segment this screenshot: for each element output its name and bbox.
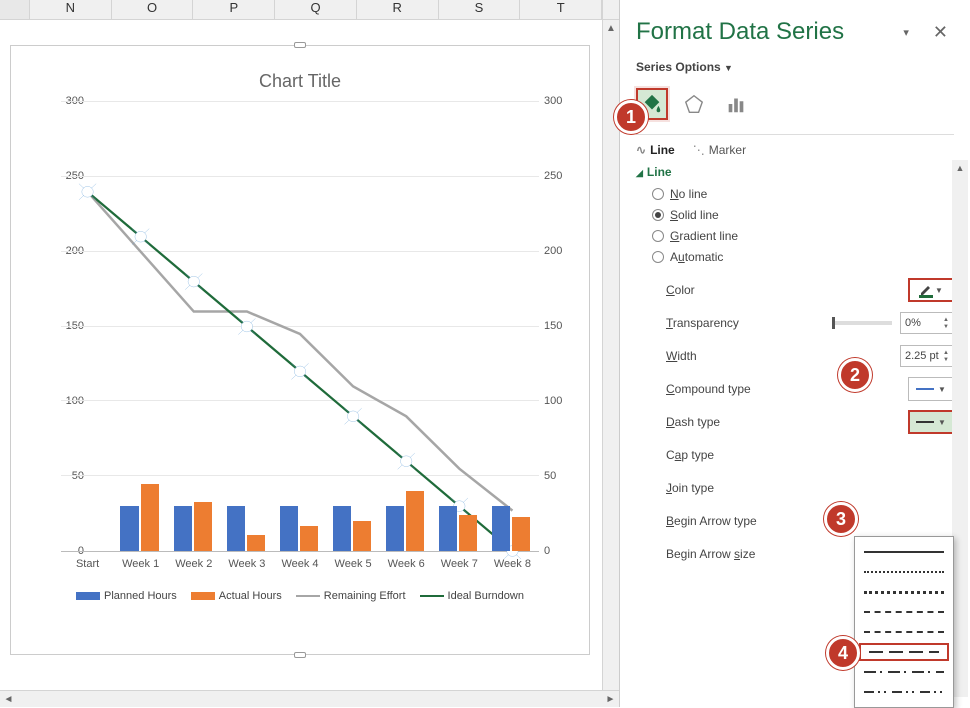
col-header[interactable]: S [439,0,521,19]
bar-chart-icon [725,93,747,115]
width-input[interactable]: 2.25 pt▲▼ [900,345,954,367]
dash-option-long-dash-dot[interactable] [859,663,949,681]
dash-type-dropdown[interactable]: ▼ [908,410,954,434]
series-options-dropdown[interactable]: Series Options ▼ [636,60,954,74]
row-header-gutter [0,0,30,19]
color-picker-button[interactable]: ▼ [908,278,954,302]
column-headers: N O P Q R S T [0,0,619,20]
col-header[interactable]: Q [275,0,357,19]
scroll-up-icon[interactable]: ▲ [603,20,619,37]
compound-type-label: Compound type [666,382,751,396]
chart-title[interactable]: Chart Title [11,71,589,92]
col-header[interactable]: P [193,0,275,19]
dash-option-solid[interactable] [859,543,949,561]
col-header[interactable]: O [112,0,194,19]
effects-tab[interactable] [678,88,710,120]
transparency-input[interactable]: 0%▲▼ [900,312,954,334]
pen-icon [919,283,933,297]
dash-option-square-dot[interactable] [859,583,949,601]
series-options-tab[interactable] [720,88,752,120]
dash-type-label: Dash type [666,415,720,429]
begin-arrow-type-label: Begin Arrow type [666,514,757,528]
scroll-left-icon[interactable]: ◄ [0,691,17,708]
format-data-series-pane: Format Data Series ▾ ✕ Series Options ▼ … [620,0,970,707]
dash-option-dash-dot[interactable] [859,623,949,641]
width-label: Width [666,349,697,363]
cap-type-label: Cap type [666,448,714,462]
join-type-label: Join type [666,481,714,495]
close-icon[interactable]: ✕ [927,22,954,43]
line-subtab[interactable]: ∿Line [636,143,675,157]
horizontal-scrollbar[interactable]: ◄ ► [0,690,619,707]
col-header[interactable]: N [30,0,112,19]
callout-1: 1 [614,100,648,134]
pane-options-dropdown[interactable]: ▾ [903,26,909,39]
dash-option-long-dash[interactable] [859,643,949,661]
transparency-slider[interactable] [832,321,892,325]
chart-resize-handle[interactable] [294,652,306,658]
scroll-right-icon[interactable]: ► [602,691,619,708]
no-line-radio[interactable]: No line [652,187,954,201]
plot-area[interactable] [61,102,539,552]
dash-option-long-dash-dot-dot[interactable] [859,683,949,701]
gradient-line-radio[interactable]: Gradient line [652,229,954,243]
pane-scrollbar[interactable]: ▲ [952,160,968,697]
callout-2: 2 [838,358,872,392]
begin-arrow-size-label: Begin Arrow size [666,547,755,561]
scroll-up-icon[interactable]: ▲ [952,160,968,176]
automatic-radio[interactable]: Automatic [652,250,954,264]
dash-option-dash[interactable] [859,603,949,621]
callout-4: 4 [826,636,860,670]
x-axis-labels: StartWeek 1Week 2Week 3Week 4Week 5Week … [61,554,539,582]
single-line-icon [916,388,934,390]
line-section-header[interactable]: ◢Line [636,165,954,179]
y-axis-left: 0 50 100 150 200 250 300 [26,102,56,552]
pentagon-icon [683,93,705,115]
col-header[interactable]: T [520,0,602,19]
color-label: Color [666,283,695,297]
marker-subtab[interactable]: ⋱Marker [693,143,746,157]
col-header[interactable]: R [357,0,439,19]
chart-legend[interactable]: Planned Hours Actual Hours Remaining Eff… [11,590,589,602]
chart-resize-handle[interactable] [294,42,306,48]
dash-type-menu[interactable] [854,536,954,708]
pane-title: Format Data Series [636,18,844,46]
dash-option-round-dot[interactable] [859,563,949,581]
chart-object[interactable]: Chart Title 0 50 100 150 200 250 300 0 5… [10,45,590,655]
transparency-label: Transparency [666,316,739,330]
callout-3: 3 [824,502,858,536]
spreadsheet-area: N O P Q R S T Chart Title 0 50 100 150 2… [0,0,620,707]
compound-type-dropdown[interactable]: ▼ [908,377,954,401]
y-axis-right: 0 50 100 150 200 250 300 [544,102,574,552]
solid-line-radio[interactable]: Solid line [652,208,954,222]
